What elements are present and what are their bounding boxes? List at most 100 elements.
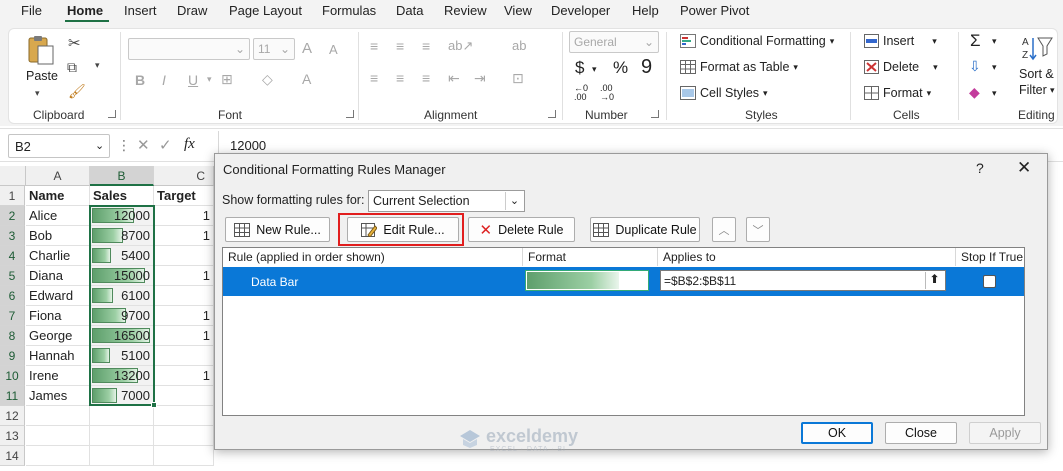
name-box[interactable]: B2 ⌄ — [8, 134, 110, 158]
shrink-font-icon[interactable]: A — [329, 42, 338, 57]
row-header[interactable]: 10 — [0, 366, 25, 386]
paste-button[interactable]: Paste — [26, 69, 58, 83]
row-header[interactable]: 14 — [0, 446, 25, 466]
indent-increase-icon[interactable]: ⇥ — [474, 70, 486, 87]
paste-dropdown-icon[interactable]: ▾ — [35, 88, 40, 99]
bold-button[interactable]: B — [135, 72, 145, 88]
empty-cell[interactable] — [154, 406, 214, 426]
align-right-icon[interactable]: ≡ — [422, 70, 430, 86]
font-name-combo[interactable]: ⌄ — [128, 38, 250, 60]
row-header[interactable]: 7 — [0, 306, 25, 326]
target-cell[interactable]: 1 — [154, 226, 214, 246]
row-header[interactable]: 11 — [0, 386, 25, 406]
currency-icon[interactable]: $ — [575, 58, 584, 78]
header-cell-sales[interactable]: Sales — [90, 186, 154, 206]
format-painter-icon[interactable]: 🖌 — [68, 83, 86, 100]
tab-draw[interactable]: Draw — [177, 3, 207, 18]
show-rules-select[interactable]: Current Selection ⌄ — [368, 190, 525, 212]
insert-function-icon[interactable]: fx — [184, 136, 195, 153]
target-cell[interactable] — [154, 286, 214, 306]
row-header[interactable]: 6 — [0, 286, 25, 306]
align-middle-icon[interactable]: ≡ — [396, 38, 404, 54]
number-launcher-icon[interactable] — [651, 110, 659, 118]
tab-formulas[interactable]: Formulas — [322, 3, 376, 18]
align-bottom-icon[interactable]: ≡ — [422, 38, 430, 54]
close-button[interactable]: Close — [885, 422, 957, 444]
empty-cell[interactable] — [26, 426, 90, 446]
tab-page-layout[interactable]: Page Layout — [229, 3, 302, 18]
empty-cell[interactable] — [154, 446, 214, 466]
orientation-icon[interactable]: ab↗ — [448, 38, 473, 54]
target-cell[interactable] — [154, 246, 214, 266]
fill-dropdown-icon[interactable]: ▾ — [992, 62, 997, 73]
duplicate-rule-button[interactable]: Duplicate Rule — [590, 217, 700, 242]
tab-help[interactable]: Help — [632, 3, 659, 18]
row-header[interactable]: 4 — [0, 246, 25, 266]
cancel-entry-icon[interactable]: ✕ — [137, 136, 150, 154]
percent-icon[interactable]: % — [613, 58, 628, 78]
cell-styles-button[interactable]: Cell Styles ▾ — [680, 86, 768, 100]
row-header[interactable]: 9 — [0, 346, 25, 366]
wrap-text-icon[interactable]: ab — [512, 38, 526, 53]
name-cell[interactable]: Bob — [26, 226, 90, 246]
fill-color-icon[interactable]: ◇ — [262, 71, 273, 88]
empty-cell[interactable] — [90, 406, 154, 426]
name-cell[interactable]: Diana — [26, 266, 90, 286]
tab-home[interactable]: Home — [67, 3, 103, 18]
clipboard-launcher-icon[interactable] — [108, 110, 116, 118]
comma-style-icon[interactable]: 9 — [641, 56, 652, 79]
borders-icon[interactable]: ⊞ — [221, 71, 233, 88]
target-cell[interactable]: 1 — [154, 266, 214, 286]
clear-icon[interactable]: ◆ — [969, 84, 980, 101]
insert-cells-button[interactable]: Insert ▾ — [864, 34, 937, 48]
tab-power-pivot[interactable]: Power Pivot — [680, 3, 749, 18]
row-header[interactable]: 5 — [0, 266, 25, 286]
font-color-icon[interactable]: A — [302, 71, 311, 87]
empty-cell[interactable] — [154, 426, 214, 446]
underline-button[interactable]: U — [188, 72, 198, 88]
fill-icon[interactable]: ⇩ — [969, 58, 981, 75]
tab-review[interactable]: Review — [444, 3, 487, 18]
delete-rule-button[interactable]: ✕ Delete Rule — [468, 217, 575, 242]
empty-cell[interactable] — [90, 446, 154, 466]
number-format-combo[interactable]: General ⌄ — [569, 31, 659, 53]
row-header[interactable]: 8 — [0, 326, 25, 346]
tab-developer[interactable]: Developer — [551, 3, 610, 18]
increase-decimal-icon[interactable]: ←0.00 — [574, 84, 588, 102]
rule-row[interactable]: Data Bar =$B$2:$B$11 ⬆ — [223, 267, 1024, 296]
formula-input[interactable]: 12000 — [230, 138, 266, 153]
help-button[interactable]: ? — [976, 160, 984, 176]
underline-dropdown-icon[interactable]: ▾ — [207, 74, 212, 85]
row-header[interactable]: 1 — [0, 186, 25, 206]
column-header-a[interactable]: A — [26, 166, 90, 186]
row-header[interactable]: 3 — [0, 226, 25, 246]
target-cell[interactable]: 1 — [154, 206, 214, 226]
delete-cells-button[interactable]: Delete ▾ — [864, 60, 938, 74]
stop-if-true-checkbox[interactable] — [983, 275, 996, 288]
column-header-b[interactable]: B — [90, 166, 154, 186]
sort-filter-icon[interactable]: AZ — [1020, 34, 1054, 64]
new-rule-button[interactable]: New Rule... — [225, 217, 330, 242]
name-cell[interactable]: Hannah — [26, 346, 90, 366]
row-header[interactable]: 13 — [0, 426, 25, 446]
autosum-icon[interactable]: Σ — [970, 31, 981, 51]
tab-data[interactable]: Data — [396, 3, 423, 18]
sort-filter-button[interactable]: Sort & — [1019, 67, 1054, 81]
align-left-icon[interactable]: ≡ — [370, 70, 378, 86]
alignment-launcher-icon[interactable] — [548, 110, 556, 118]
filter-label[interactable]: Filter — [1019, 83, 1047, 97]
tab-insert[interactable]: Insert — [124, 3, 157, 18]
align-top-icon[interactable]: ≡ — [370, 38, 378, 54]
empty-cell[interactable] — [90, 426, 154, 446]
name-cell[interactable]: Fiona — [26, 306, 90, 326]
grow-font-icon[interactable]: A — [302, 40, 312, 57]
name-cell[interactable]: Charlie — [26, 246, 90, 266]
apply-button[interactable]: Apply — [969, 422, 1041, 444]
move-up-button[interactable]: ︿ — [712, 217, 736, 242]
paste-icon[interactable] — [26, 34, 56, 66]
merge-center-icon[interactable]: ⊡ — [512, 70, 524, 87]
clear-dropdown-icon[interactable]: ▾ — [992, 88, 997, 99]
fill-handle[interactable] — [151, 402, 157, 408]
sort-filter-dropdown-icon[interactable]: ▾ — [1050, 85, 1055, 96]
align-center-icon[interactable]: ≡ — [396, 70, 404, 86]
